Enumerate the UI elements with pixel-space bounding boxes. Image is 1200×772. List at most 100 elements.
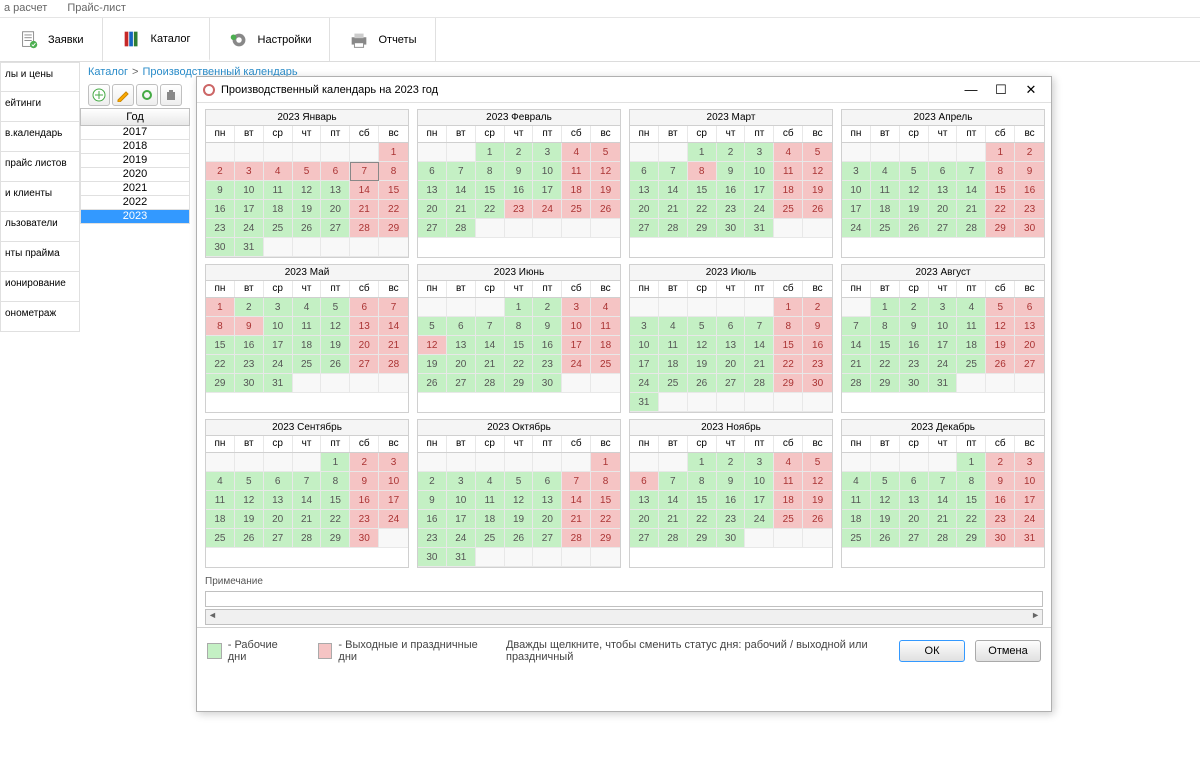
day-cell[interactable]: 24 (1015, 510, 1044, 529)
day-cell[interactable]: 28 (659, 219, 688, 238)
day-cell[interactable]: 11 (293, 317, 322, 336)
day-cell[interactable]: 26 (235, 529, 264, 548)
day-cell[interactable]: 10 (533, 162, 562, 181)
day-cell[interactable]: 7 (929, 472, 958, 491)
day-cell[interactable]: 17 (842, 200, 871, 219)
day-cell[interactable]: 11 (476, 491, 505, 510)
day-cell[interactable]: 10 (264, 317, 293, 336)
day-cell[interactable]: 5 (688, 317, 717, 336)
day-cell[interactable]: 18 (774, 491, 803, 510)
day-cell[interactable]: 27 (447, 374, 476, 393)
day-cell[interactable]: 23 (206, 219, 235, 238)
day-cell[interactable]: 17 (533, 181, 562, 200)
day-cell[interactable]: 17 (562, 336, 591, 355)
day-cell[interactable]: 18 (871, 200, 900, 219)
day-cell[interactable]: 10 (1015, 472, 1044, 491)
day-cell[interactable]: 14 (293, 491, 322, 510)
minimize-button[interactable]: — (963, 82, 979, 98)
day-cell[interactable]: 22 (957, 510, 986, 529)
day-cell[interactable]: 17 (1015, 491, 1044, 510)
day-cell[interactable]: 16 (717, 181, 746, 200)
day-cell[interactable]: 6 (900, 472, 929, 491)
day-cell[interactable]: 14 (842, 336, 871, 355)
day-cell[interactable]: 10 (745, 162, 774, 181)
day-cell[interactable]: 12 (293, 181, 322, 200)
day-cell[interactable]: 6 (350, 298, 379, 317)
day-cell[interactable]: 7 (293, 472, 322, 491)
day-cell[interactable]: 8 (591, 472, 620, 491)
day-cell[interactable]: 22 (986, 200, 1015, 219)
day-cell[interactable]: 16 (803, 336, 832, 355)
day-cell[interactable]: 15 (591, 491, 620, 510)
refresh-button[interactable] (136, 84, 158, 106)
day-cell[interactable]: 6 (264, 472, 293, 491)
day-cell[interactable]: 23 (235, 355, 264, 374)
sidebar-item[interactable]: лы и цены (0, 62, 80, 92)
delete-button[interactable] (160, 84, 182, 106)
day-cell[interactable]: 5 (235, 472, 264, 491)
day-cell[interactable]: 9 (1015, 162, 1044, 181)
day-cell[interactable]: 12 (688, 336, 717, 355)
day-cell[interactable]: 22 (591, 510, 620, 529)
day-cell[interactable]: 25 (264, 219, 293, 238)
day-cell[interactable]: 14 (745, 336, 774, 355)
day-cell[interactable]: 12 (900, 181, 929, 200)
day-cell[interactable]: 28 (842, 374, 871, 393)
day-cell[interactable]: 26 (688, 374, 717, 393)
h-scrollbar[interactable] (205, 609, 1043, 625)
day-cell[interactable]: 13 (900, 491, 929, 510)
day-cell[interactable]: 1 (206, 298, 235, 317)
day-cell[interactable]: 24 (447, 529, 476, 548)
day-cell[interactable]: 4 (842, 472, 871, 491)
day-cell[interactable]: 3 (533, 143, 562, 162)
sidebar-item[interactable]: и клиенты (0, 182, 80, 212)
day-cell[interactable]: 14 (957, 181, 986, 200)
day-cell[interactable]: 22 (688, 510, 717, 529)
day-cell[interactable]: 23 (350, 510, 379, 529)
day-cell[interactable]: 24 (630, 374, 659, 393)
day-cell[interactable]: 4 (206, 472, 235, 491)
day-cell[interactable]: 16 (1015, 181, 1044, 200)
day-cell[interactable]: 5 (871, 472, 900, 491)
day-cell[interactable]: 11 (562, 162, 591, 181)
day-cell[interactable]: 8 (321, 472, 350, 491)
breadcrumb-root[interactable]: Каталог (88, 66, 128, 80)
day-cell[interactable]: 21 (659, 200, 688, 219)
sidebar-item[interactable]: онометраж (0, 302, 80, 332)
day-cell[interactable]: 21 (745, 355, 774, 374)
day-cell[interactable]: 17 (447, 510, 476, 529)
day-cell[interactable]: 20 (929, 200, 958, 219)
day-cell[interactable]: 8 (986, 162, 1015, 181)
day-cell[interactable]: 13 (630, 491, 659, 510)
day-cell[interactable]: 9 (533, 317, 562, 336)
day-cell[interactable]: 16 (717, 491, 746, 510)
day-cell[interactable]: 15 (476, 181, 505, 200)
day-cell[interactable]: 7 (842, 317, 871, 336)
day-cell[interactable]: 14 (476, 336, 505, 355)
day-cell[interactable]: 17 (264, 336, 293, 355)
tab-settings[interactable]: Настройки (210, 18, 331, 61)
day-cell[interactable]: 11 (206, 491, 235, 510)
day-cell[interactable]: 2 (717, 453, 746, 472)
day-cell[interactable]: 25 (842, 529, 871, 548)
day-cell[interactable]: 23 (717, 200, 746, 219)
day-cell[interactable]: 23 (803, 355, 832, 374)
day-cell[interactable]: 30 (717, 219, 746, 238)
day-cell[interactable]: 23 (986, 510, 1015, 529)
day-cell[interactable]: 7 (447, 162, 476, 181)
day-cell[interactable]: 24 (745, 510, 774, 529)
day-cell[interactable]: 10 (562, 317, 591, 336)
day-cell[interactable]: 7 (379, 298, 408, 317)
day-cell[interactable]: 5 (293, 162, 322, 181)
day-cell[interactable]: 19 (321, 336, 350, 355)
day-cell[interactable]: 1 (379, 143, 408, 162)
cancel-button[interactable]: Отмена (975, 640, 1041, 662)
day-cell[interactable]: 12 (591, 162, 620, 181)
day-cell[interactable]: 6 (929, 162, 958, 181)
day-cell[interactable]: 4 (264, 162, 293, 181)
day-cell[interactable]: 2 (505, 143, 534, 162)
day-cell[interactable]: 17 (235, 200, 264, 219)
day-cell[interactable]: 30 (533, 374, 562, 393)
day-cell[interactable]: 23 (900, 355, 929, 374)
day-cell[interactable]: 29 (871, 374, 900, 393)
